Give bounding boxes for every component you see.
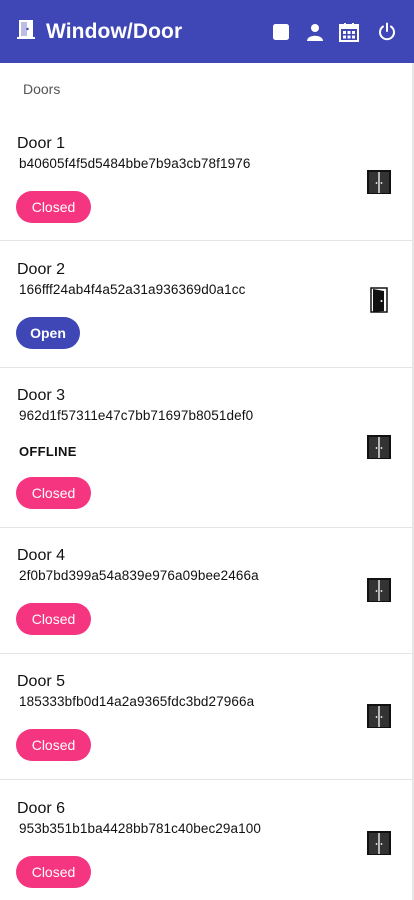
door-state-button[interactable]: Closed (16, 477, 91, 509)
double-door-closed-icon (366, 169, 392, 195)
door-card[interactable]: Door 4 2f0b7bd399a54a839e976a09bee2466a … (0, 528, 412, 654)
door-state-button[interactable]: Closed (16, 603, 91, 635)
door-card[interactable]: Door 5 185333bfb0d14a2a9365fdc3bd27966a … (0, 654, 412, 780)
door-name: Door 5 (17, 673, 66, 690)
door-logo-icon (16, 18, 36, 45)
door-name: Door 6 (17, 800, 66, 817)
door-name: Door 2 (17, 261, 66, 278)
section-label: Doors (23, 81, 61, 97)
door-name: Door 3 (17, 387, 66, 404)
app-bar: Window/Door (0, 0, 414, 63)
double-door-closed-icon (366, 434, 392, 460)
app-brand: Window/Door (16, 18, 182, 45)
power-icon[interactable] (376, 21, 398, 43)
app-title: Window/Door (46, 19, 183, 43)
stop-square-icon[interactable] (270, 21, 292, 43)
door-id: b40605f4f5d5484bbe7b9a3cb78f1976 (19, 156, 251, 171)
double-door-closed-icon (366, 830, 392, 856)
door-id: 953b351b1ba4428bb781c40bec29a100 (19, 821, 261, 836)
calendar-icon[interactable] (338, 21, 360, 43)
door-card[interactable]: Door 6 953b351b1ba4428bb781c40bec29a100 … (0, 780, 412, 900)
doors-list-panel: Doors Door 1 b40605f4f5d5484bbe7b9a3cb78… (0, 63, 414, 900)
app-bar-actions (270, 21, 398, 43)
door-name: Door 4 (17, 547, 66, 564)
double-door-closed-icon (366, 703, 392, 729)
offline-status: OFFLINE (19, 444, 77, 459)
door-id: 185333bfb0d14a2a9365fdc3bd27966a (19, 694, 255, 709)
user-icon[interactable] (304, 21, 326, 43)
door-card[interactable]: Door 1 b40605f4f5d5484bbe7b9a3cb78f1976 … (0, 119, 412, 241)
door-state-button[interactable]: Closed (16, 191, 91, 223)
door-state-button[interactable]: Closed (16, 729, 91, 761)
door-id: 962d1f57311e47c7bb71697b8051def0 (19, 408, 254, 423)
door-open-icon (366, 287, 392, 313)
door-card[interactable]: Door 3 962d1f57311e47c7bb71697b8051def0 … (0, 368, 412, 528)
door-id: 2f0b7bd399a54a839e976a09bee2466a (19, 568, 259, 583)
double-door-closed-icon (366, 577, 392, 603)
door-state-button[interactable]: Open (16, 317, 80, 349)
door-id: 166fff24ab4f4a52a31a936369d0a1cc (19, 282, 246, 297)
door-card[interactable]: Door 2 166fff24ab4f4a52a31a936369d0a1cc … (0, 241, 412, 368)
door-name: Door 1 (17, 135, 66, 152)
door-state-button[interactable]: Closed (16, 856, 91, 888)
